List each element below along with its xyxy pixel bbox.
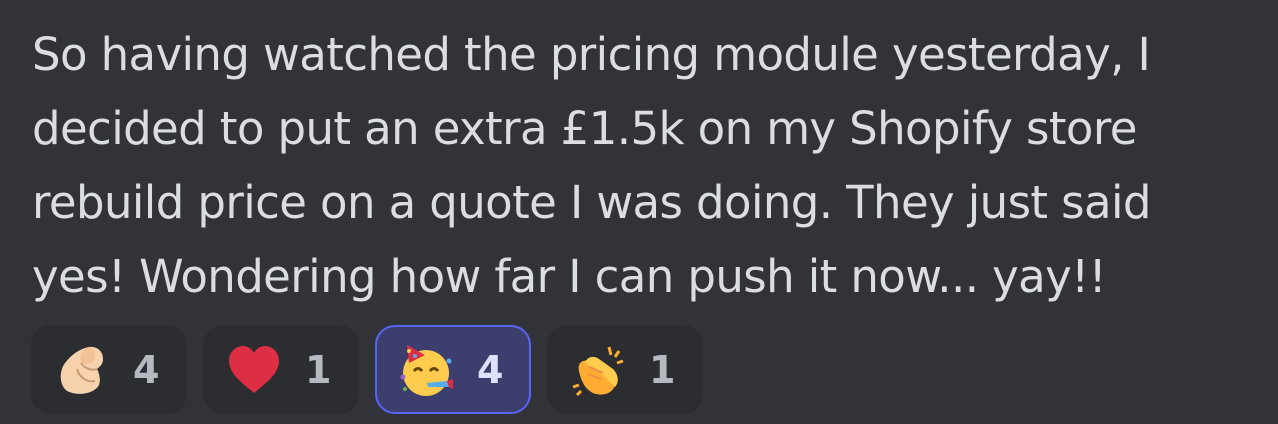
- message-line: So having watched the pricing module yes…: [32, 28, 1151, 81]
- reaction-count: 4: [477, 347, 504, 392]
- clapping-hands-icon: [569, 341, 627, 399]
- reaction-partying-face[interactable]: 4: [375, 325, 531, 414]
- reaction-count: 1: [649, 347, 676, 392]
- red-heart-icon: [225, 341, 283, 399]
- message-line: yes! Wondering how far I can push it now…: [32, 250, 1107, 303]
- message-body: So having watched the pricing module yes…: [32, 18, 1252, 314]
- reactions-bar: 4 1 4 1: [31, 325, 703, 414]
- reaction-count: 1: [305, 347, 332, 392]
- pinched-fingers-icon: [53, 341, 111, 399]
- reaction-count: 4: [133, 347, 160, 392]
- partying-face-icon: [397, 341, 455, 399]
- reaction-clapping-hands[interactable]: 1: [547, 325, 703, 414]
- message-line: decided to put an extra £1.5k on my Shop…: [32, 102, 1137, 155]
- message-text: So having watched the pricing module yes…: [32, 18, 1252, 314]
- reaction-pinched-fingers[interactable]: 4: [31, 325, 187, 414]
- reaction-heart[interactable]: 1: [203, 325, 359, 414]
- message-line: rebuild price on a quote I was doing. Th…: [32, 176, 1151, 229]
